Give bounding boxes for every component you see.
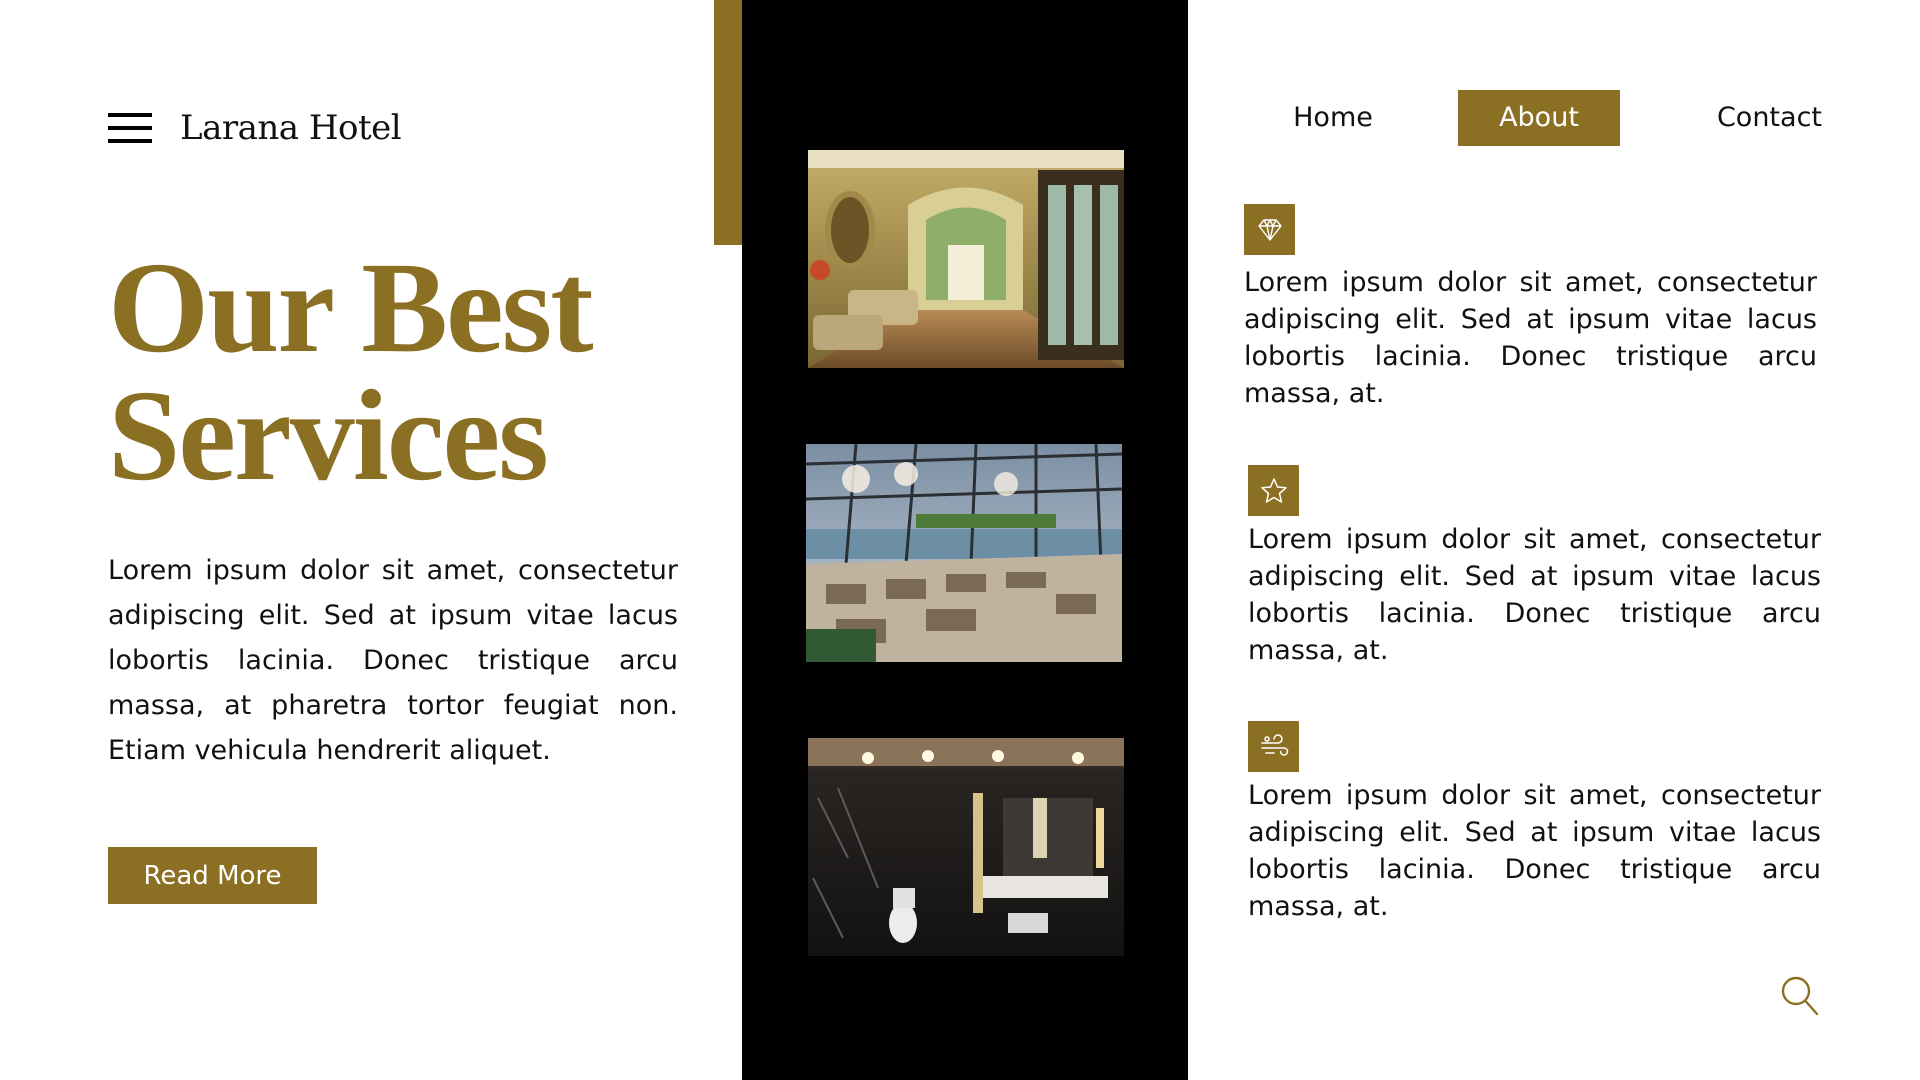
page-title-line-1: Our Best — [108, 236, 594, 380]
gallery-photo-restaurant — [806, 444, 1122, 662]
intro-paragraph: Lorem ipsum dolor sit amet, consectetur … — [108, 555, 678, 766]
gallery-photo-bathroom — [808, 738, 1124, 956]
nav-about[interactable]: About — [1458, 90, 1620, 146]
brand: Larana Hotel — [108, 108, 402, 148]
hamburger-line — [108, 113, 152, 117]
nav-contact[interactable]: Contact — [1706, 90, 1822, 146]
search-icon[interactable] — [1780, 975, 1820, 1017]
nav-home[interactable]: Home — [1290, 90, 1376, 146]
page-title-line-2: Services — [108, 364, 549, 508]
diamond-icon — [1244, 204, 1295, 255]
hamburger-line — [108, 139, 152, 143]
wind-icon — [1248, 721, 1299, 772]
read-more-button[interactable]: Read More — [108, 847, 317, 904]
gallery-photo-lobby — [808, 150, 1124, 368]
page-title: Our Best Services — [108, 243, 668, 501]
brand-name[interactable]: Larana Hotel — [180, 108, 402, 148]
star-icon — [1248, 465, 1299, 516]
hamburger-menu-icon[interactable] — [108, 113, 152, 143]
feature-text-3: Lorem ipsum dolor sit amet, consectetur … — [1248, 780, 1821, 922]
hamburger-line — [108, 126, 152, 130]
feature-text-2: Lorem ipsum dolor sit amet, consectetur … — [1248, 524, 1821, 666]
feature-text-1: Lorem ipsum dolor sit amet, consectetur … — [1244, 267, 1817, 409]
